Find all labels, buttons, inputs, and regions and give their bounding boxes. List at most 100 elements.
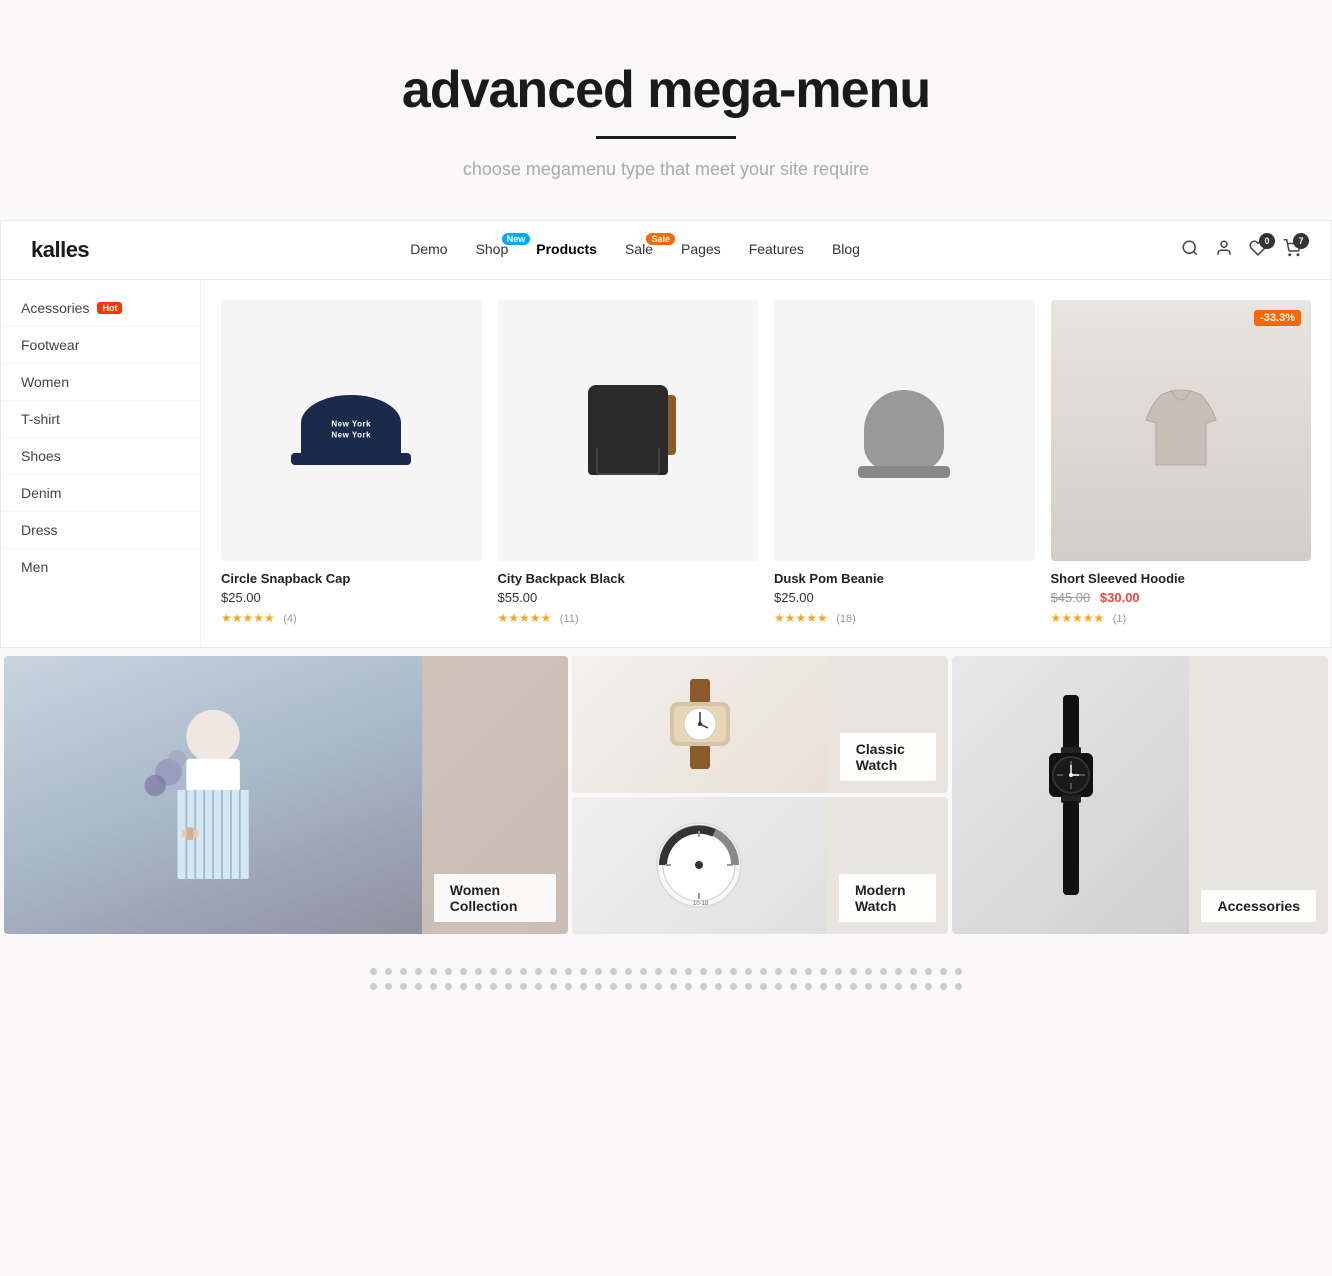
pagination-dot[interactable]	[880, 968, 887, 975]
cat-denim[interactable]: Denim	[1, 475, 200, 512]
pagination-dot[interactable]	[565, 968, 572, 975]
pagination-dot[interactable]	[910, 968, 917, 975]
pagination-dot[interactable]	[760, 968, 767, 975]
banner-classic-watch[interactable]: Classic Watch	[572, 656, 948, 793]
pagination-dot[interactable]	[460, 968, 467, 975]
cat-footwear[interactable]: Footwear	[1, 327, 200, 364]
pagination-dot[interactable]	[895, 968, 902, 975]
pagination-dot[interactable]	[850, 983, 857, 990]
pagination-dot[interactable]	[790, 968, 797, 975]
pagination-dot[interactable]	[550, 968, 557, 975]
product-card-2[interactable]: City Backpack Black $55.00 ★★★★★ (11)	[498, 300, 759, 627]
search-icon[interactable]	[1181, 239, 1199, 262]
pagination-dot[interactable]	[790, 983, 797, 990]
nav-item-products[interactable]: Products	[536, 241, 597, 259]
nav-link-blog[interactable]: Blog	[832, 241, 860, 257]
nav-link-pages[interactable]: Pages	[681, 241, 721, 257]
pagination-dot[interactable]	[400, 983, 407, 990]
pagination-dot[interactable]	[730, 983, 737, 990]
pagination-dot[interactable]	[625, 968, 632, 975]
pagination-dot[interactable]	[955, 983, 962, 990]
pagination-dot[interactable]	[685, 983, 692, 990]
pagination-dot[interactable]	[670, 983, 677, 990]
pagination-dot[interactable]	[685, 968, 692, 975]
pagination-dot[interactable]	[400, 968, 407, 975]
pagination-dot[interactable]	[640, 968, 647, 975]
user-icon[interactable]	[1215, 239, 1233, 262]
pagination-dot[interactable]	[895, 983, 902, 990]
pagination-dot[interactable]	[820, 983, 827, 990]
banner-modern-watch[interactable]: 10·18 Modern Watch	[572, 797, 948, 934]
product-card-3[interactable]: Dusk Pom Beanie $25.00 ★★★★★ (18)	[774, 300, 1035, 627]
pagination-dot[interactable]	[775, 983, 782, 990]
pagination-dot[interactable]	[835, 983, 842, 990]
pagination-dot[interactable]	[445, 983, 452, 990]
pagination-dot[interactable]	[835, 968, 842, 975]
pagination-dot[interactable]	[370, 968, 377, 975]
nav-item-pages[interactable]: Pages	[681, 241, 721, 259]
pagination-dot[interactable]	[940, 983, 947, 990]
pagination-dot[interactable]	[475, 968, 482, 975]
pagination-dot[interactable]	[745, 968, 752, 975]
pagination-dot[interactable]	[385, 968, 392, 975]
nav-item-features[interactable]: Features	[749, 241, 804, 259]
pagination-dot[interactable]	[700, 968, 707, 975]
pagination-dot[interactable]	[520, 968, 527, 975]
pagination-dot[interactable]	[490, 968, 497, 975]
pagination-dot[interactable]	[595, 968, 602, 975]
pagination-dot[interactable]	[865, 968, 872, 975]
pagination-dot[interactable]	[865, 983, 872, 990]
nav-link-features[interactable]: Features	[749, 241, 804, 257]
cat-dress[interactable]: Dress	[1, 512, 200, 549]
cat-tshirt[interactable]: T-shirt	[1, 401, 200, 438]
nav-item-sale[interactable]: Sale Sale	[625, 241, 653, 259]
pagination-dot[interactable]	[880, 983, 887, 990]
pagination-dot[interactable]	[415, 983, 422, 990]
brand-logo[interactable]: kalles	[31, 237, 89, 263]
nav-link-products[interactable]: Products	[536, 241, 597, 257]
product-card-4[interactable]: -33.3% Short Sleeved Hoodie $45.00 $30.0…	[1051, 300, 1312, 627]
pagination-dot[interactable]	[505, 983, 512, 990]
product-card-1[interactable]: New YorkNew York Circle Snapback Cap $25…	[221, 300, 482, 627]
pagination-dot[interactable]	[670, 968, 677, 975]
pagination-dot[interactable]	[925, 968, 932, 975]
pagination-dot[interactable]	[655, 983, 662, 990]
pagination-dot[interactable]	[775, 968, 782, 975]
pagination-dot[interactable]	[475, 983, 482, 990]
pagination-dot[interactable]	[640, 983, 647, 990]
pagination-dot[interactable]	[535, 968, 542, 975]
pagination-dot[interactable]	[940, 968, 947, 975]
pagination-dot[interactable]	[910, 983, 917, 990]
cart-icon[interactable]: 7	[1283, 239, 1301, 262]
pagination-dot[interactable]	[610, 968, 617, 975]
pagination-dot[interactable]	[805, 968, 812, 975]
pagination-dot[interactable]	[370, 983, 377, 990]
pagination-dot[interactable]	[625, 983, 632, 990]
pagination-dot[interactable]	[430, 968, 437, 975]
pagination-dot[interactable]	[430, 983, 437, 990]
pagination-dot[interactable]	[805, 983, 812, 990]
banner-accessories[interactable]: Accessories	[952, 656, 1328, 934]
pagination-dot[interactable]	[385, 983, 392, 990]
wishlist-icon[interactable]: 0	[1249, 239, 1267, 262]
pagination-dot[interactable]	[490, 983, 497, 990]
pagination-dot[interactable]	[820, 968, 827, 975]
pagination-dot[interactable]	[565, 983, 572, 990]
pagination-dot[interactable]	[445, 968, 452, 975]
pagination-dot[interactable]	[715, 968, 722, 975]
pagination-dot[interactable]	[610, 983, 617, 990]
cat-shoes[interactable]: Shoes	[1, 438, 200, 475]
pagination-dot[interactable]	[760, 983, 767, 990]
pagination-dot[interactable]	[850, 968, 857, 975]
cat-accessories[interactable]: Acessories Hot	[1, 290, 200, 327]
pagination-dot[interactable]	[520, 983, 527, 990]
pagination-dot[interactable]	[730, 968, 737, 975]
pagination-dot[interactable]	[505, 968, 512, 975]
cat-men[interactable]: Men	[1, 549, 200, 585]
pagination-dot[interactable]	[715, 983, 722, 990]
pagination-dot[interactable]	[580, 968, 587, 975]
pagination-dot[interactable]	[655, 968, 662, 975]
pagination-dot[interactable]	[745, 983, 752, 990]
cat-women[interactable]: Women	[1, 364, 200, 401]
nav-link-demo[interactable]: Demo	[410, 241, 447, 257]
